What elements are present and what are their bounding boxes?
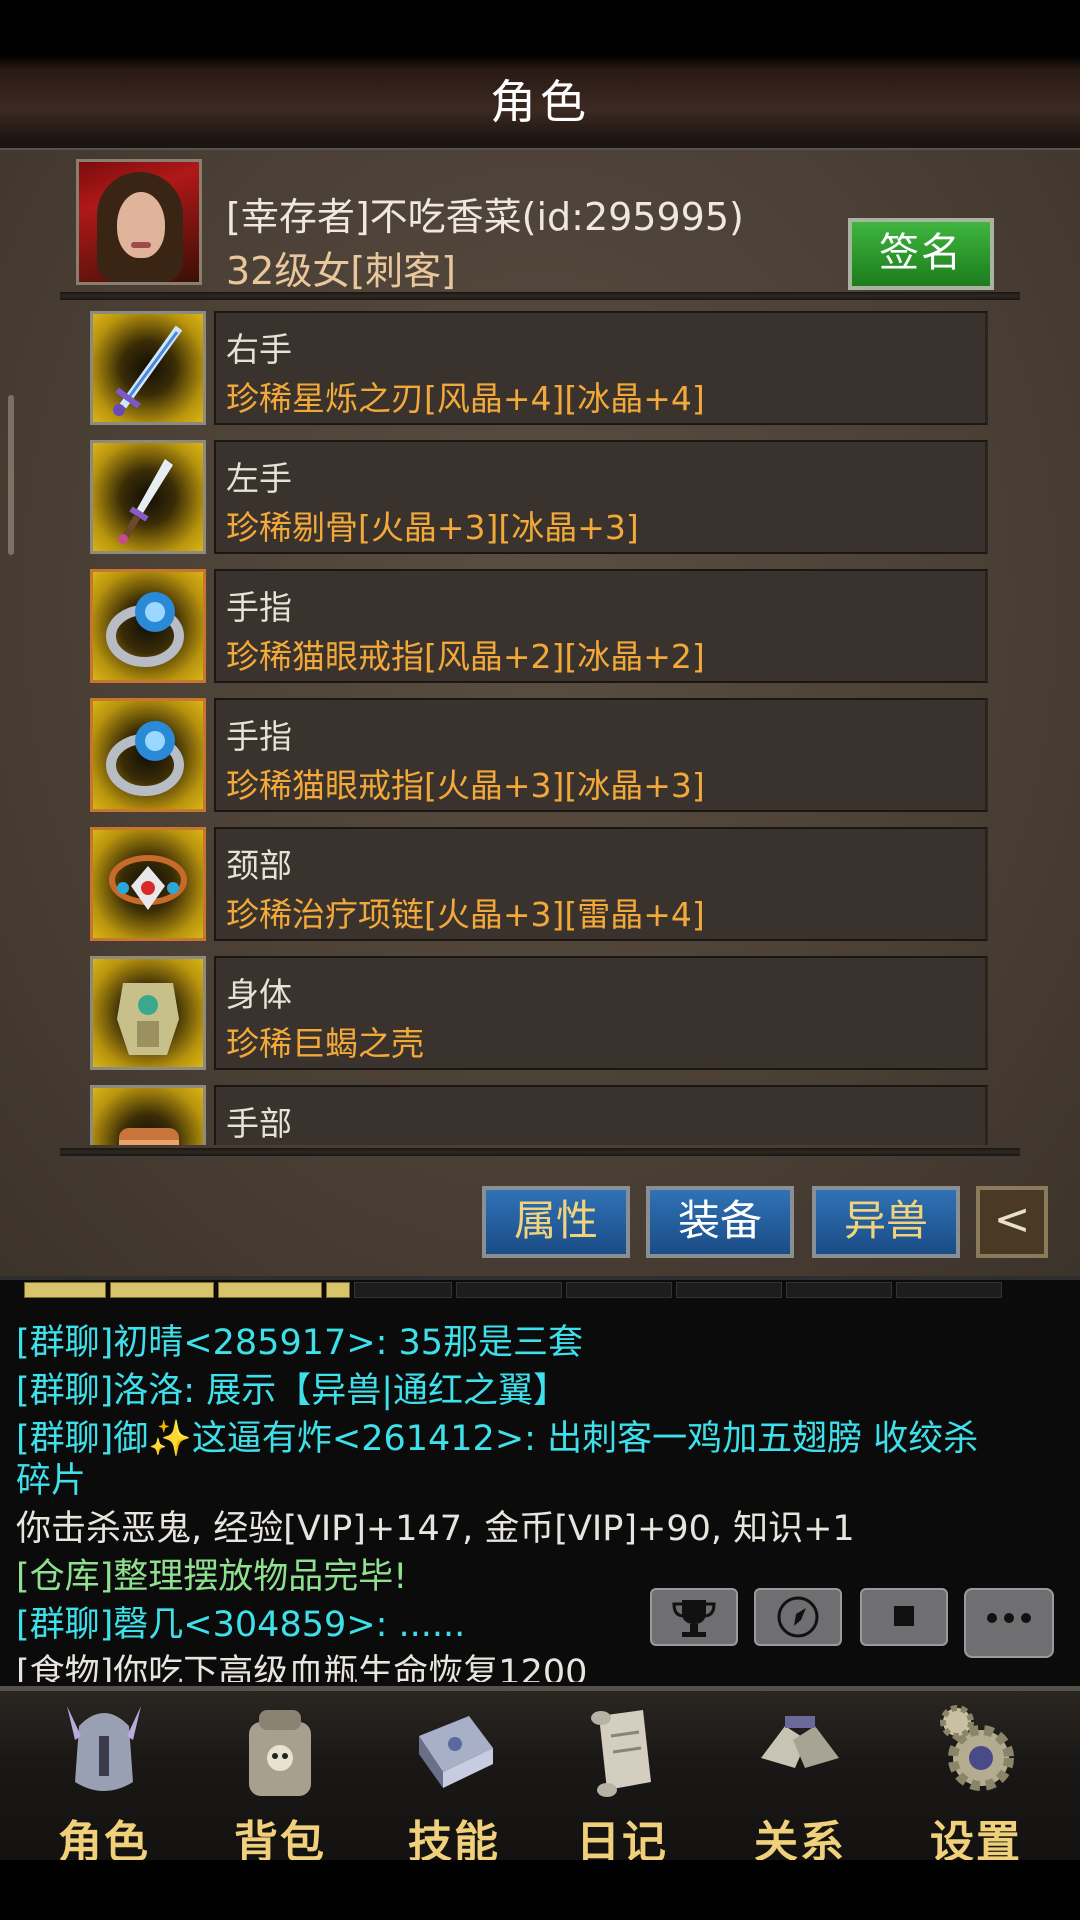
ring-icon: [90, 569, 206, 683]
nav-diary[interactable]: 日记: [552, 1696, 692, 1868]
skillbook-icon: [419, 1716, 493, 1788]
item-name: 珍稀治疗项链[火晶+3][雷晶+4]: [226, 895, 705, 934]
compass-icon[interactable]: [754, 1588, 842, 1646]
dagger-icon: [90, 440, 206, 554]
back-button[interactable]: <: [976, 1186, 1048, 1258]
player-level: 32级女[刺客]: [226, 249, 457, 293]
slot-label: 颈部: [226, 846, 292, 885]
slot-label: 手部: [226, 1104, 292, 1143]
divider: [60, 1148, 1020, 1156]
gauntlet-icon: [90, 1085, 206, 1145]
necklace-icon: [90, 827, 206, 941]
scroll-indicator[interactable]: [8, 395, 14, 555]
page-title: 角色: [490, 75, 590, 129]
divider: [60, 292, 1020, 300]
nav-settings[interactable]: 设置: [906, 1696, 1046, 1868]
equipment-row[interactable]: 左手 珍稀剔骨[火晶+3][冰晶+3]: [90, 438, 990, 556]
armor-icon: [90, 956, 206, 1070]
equipment-row[interactable]: 右手 珍稀星烁之刃[风晶+4][冰晶+4]: [90, 309, 990, 427]
avatar[interactable]: [76, 159, 202, 285]
trophy-icon[interactable]: [650, 1588, 738, 1646]
chat-message: [仓库]整理摆放物品完毕!: [16, 1557, 408, 1597]
chat-message: [食物]你吃下高级血瓶生命恢复1200: [16, 1653, 588, 1682]
chat-message: 碎片: [16, 1461, 87, 1501]
chat-message: 你击杀恶鬼, 经验[VIP]+147, 金币[VIP]+90, 知识+1: [16, 1509, 855, 1549]
slot-label: 左手: [226, 459, 292, 498]
slot-label: 身体: [226, 975, 292, 1014]
chat-message: [群聊]御✨这逼有炸<261412>: 出刺客一鸡加五翅膀 收绞杀: [16, 1419, 979, 1459]
scroll-icon: [591, 1710, 651, 1797]
experience-bar: [24, 1282, 1064, 1298]
chat-message: [群聊]洛洛: 展示【异兽|通红之翼】: [16, 1371, 569, 1411]
ring-icon: [90, 698, 206, 812]
slot-label: 右手: [226, 330, 292, 369]
handshake-icon: [761, 1716, 839, 1768]
sword-icon: [90, 311, 206, 425]
top-bar: 角色: [0, 0, 1080, 154]
equipment-row[interactable]: 手部: [90, 1083, 990, 1145]
chat-message: [群聊]磬几<304859>: ......: [16, 1605, 466, 1645]
tab-attributes[interactable]: 属性: [482, 1186, 630, 1258]
nav-relations[interactable]: 关系: [730, 1696, 870, 1868]
more-icon[interactable]: [964, 1588, 1054, 1658]
equipment-row[interactable]: 手指 珍稀猫眼戒指[风晶+2][冰晶+2]: [90, 567, 990, 685]
stop-icon[interactable]: [860, 1588, 948, 1646]
item-name: 珍稀剔骨[火晶+3][冰晶+3]: [226, 508, 639, 547]
equipment-list: 右手 珍稀星烁之刃[风晶+4][冰晶+4] 左手 珍稀剔骨[火晶+3][冰晶+3…: [90, 305, 990, 1145]
system-bar: [0, 1860, 1080, 1920]
sign-button[interactable]: 签名: [848, 218, 994, 290]
nav-skills[interactable]: 技能: [384, 1696, 524, 1868]
tab-beast[interactable]: 异兽: [812, 1186, 960, 1258]
item-name: 珍稀猫眼戒指[风晶+2][冰晶+2]: [226, 637, 705, 676]
chat-message: [群聊]初晴<285917>: 35那是三套: [16, 1323, 584, 1363]
slot-label: 手指: [226, 717, 292, 756]
slot-label: 手指: [226, 588, 292, 627]
player-name: [幸存者]不吃香菜(id:295995): [226, 195, 744, 239]
tab-equipment[interactable]: 装备: [646, 1186, 794, 1258]
equipment-row[interactable]: 手指 珍稀猫眼戒指[火晶+3][冰晶+3]: [90, 696, 990, 814]
gear-icon: [940, 1705, 1014, 1791]
backpack-icon: [249, 1710, 311, 1796]
item-name: 珍稀星烁之刃[风晶+4][冰晶+4]: [226, 379, 705, 418]
nav-character[interactable]: 角色: [34, 1696, 174, 1868]
nav-backpack[interactable]: 背包: [210, 1696, 350, 1868]
item-name: 珍稀巨蝎之壳: [226, 1024, 424, 1063]
equipment-row[interactable]: 身体 珍稀巨蝎之壳: [90, 954, 990, 1072]
equipment-row[interactable]: 颈部 珍稀治疗项链[火晶+3][雷晶+4]: [90, 825, 990, 943]
helmet-icon: [67, 1706, 141, 1791]
item-name: 珍稀猫眼戒指[火晶+3][冰晶+3]: [226, 766, 705, 805]
